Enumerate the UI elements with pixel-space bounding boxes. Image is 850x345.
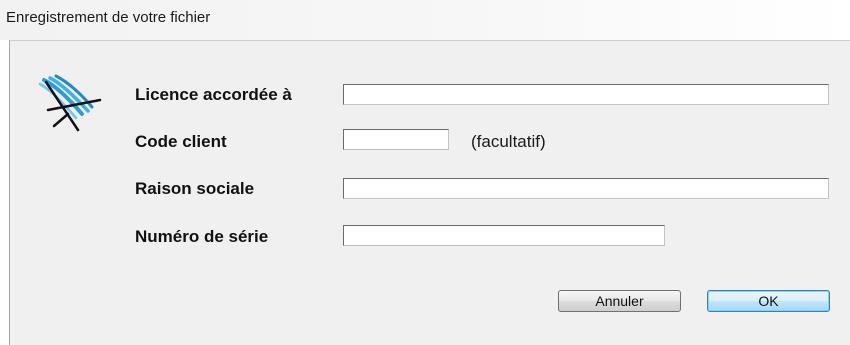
licence-input[interactable] [343,84,829,105]
deckchair-logo-icon [38,74,102,132]
code-client-input[interactable] [343,129,449,150]
raison-sociale-label: Raison sociale [135,179,255,198]
numero-serie-input[interactable] [343,225,665,246]
cancel-button[interactable]: Annuler [558,290,681,312]
numero-serie-label: Numéro de série [135,227,269,246]
ok-button[interactable]: OK [707,290,830,312]
licence-label: Licence accordée à [135,85,292,104]
code-client-label: Code client [135,132,227,151]
code-client-hint: (facultatif) [471,132,546,151]
dialog-body: Licence accordée à Code client (facultat… [9,40,850,345]
window-title: Enregistrement de votre fichier [6,9,211,26]
title-bar[interactable]: Enregistrement de votre fichier [0,0,850,40]
raison-sociale-input[interactable] [343,178,829,199]
registration-dialog: Enregistrement de votre fichier Licence … [0,0,850,345]
